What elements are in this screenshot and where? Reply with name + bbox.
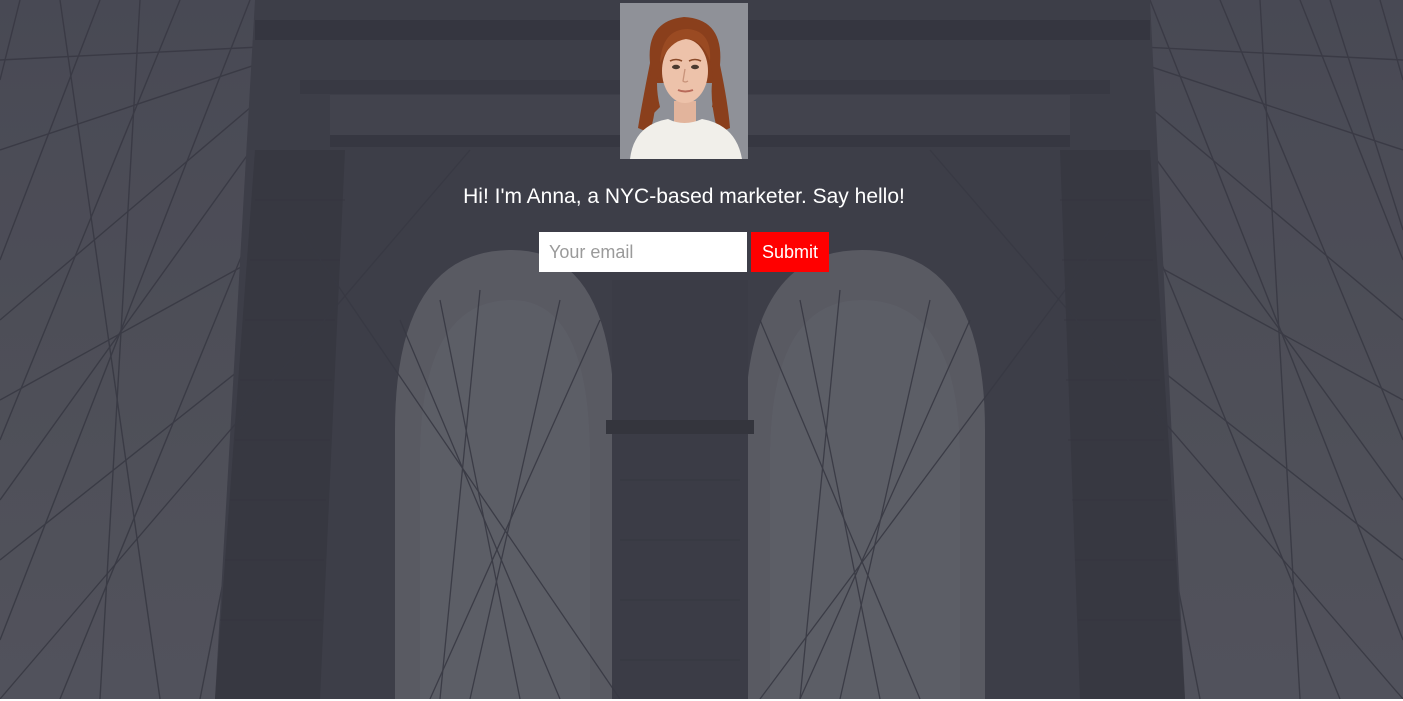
submit-button[interactable]: Submit	[751, 232, 829, 272]
email-signup-form: Submit	[539, 232, 829, 272]
profile-photo	[620, 3, 748, 159]
email-input[interactable]	[539, 232, 747, 272]
landing-content: Hi! I'm Anna, a NYC-based marketer. Say …	[0, 0, 1403, 699]
intro-text: Hi! I'm Anna, a NYC-based marketer. Say …	[463, 185, 905, 208]
portrait-image	[620, 3, 748, 159]
